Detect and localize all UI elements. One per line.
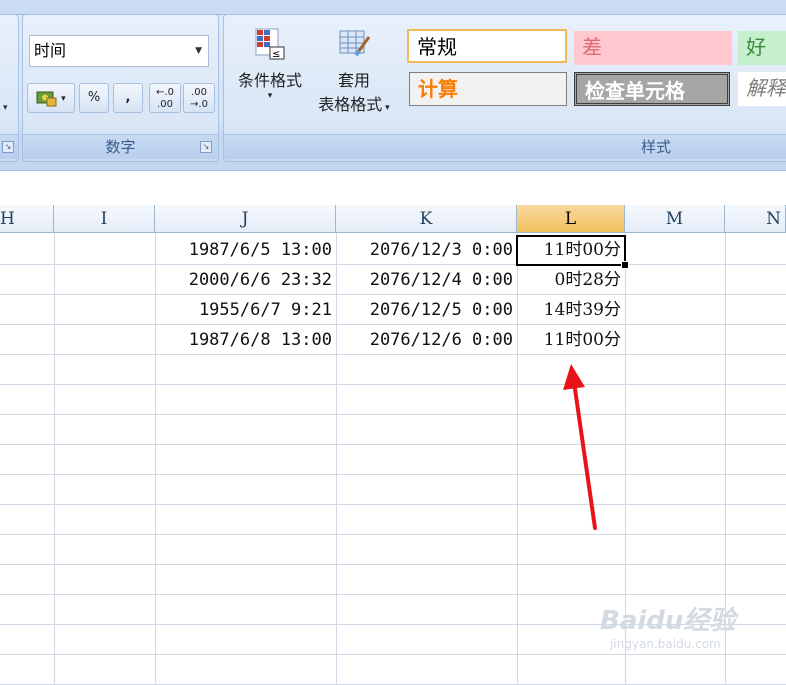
dialog-launcher-icon[interactable]: ↘ (200, 141, 212, 153)
column-header-n[interactable]: N (725, 205, 786, 233)
style-check-cell[interactable]: 检查单元格 (574, 72, 730, 106)
grid-row-line (0, 384, 786, 385)
cell-k1[interactable]: 2076/12/3 0:00 (336, 235, 517, 264)
conditional-formatting-label: 条件格式 (237, 71, 302, 90)
grid-row-line (0, 444, 786, 445)
cell-k4[interactable]: 2076/12/6 0:00 (336, 325, 517, 354)
grid-row-line (0, 594, 786, 595)
style-good[interactable]: 好 (738, 31, 786, 65)
formula-bar-area (0, 170, 786, 206)
style-bad[interactable]: 差 (574, 31, 732, 65)
group-label-styles: 样式 (224, 134, 786, 159)
decrease-decimal-icon: .00 →.0 (190, 87, 208, 110)
column-header-j[interactable]: J (155, 205, 336, 233)
cell-l3[interactable]: 14时39分 (517, 295, 625, 324)
column-header-l[interactable]: L (517, 205, 625, 233)
cell-l4[interactable]: 11时00分 (517, 325, 625, 354)
red-arrow-annotation (563, 364, 597, 530)
column-header-h[interactable]: H (0, 205, 54, 233)
ribbon-tab-strip (0, 0, 786, 15)
style-normal[interactable]: 常规 (407, 29, 567, 63)
svg-text:≤: ≤ (272, 49, 280, 60)
style-explanatory[interactable]: 解释 (738, 72, 786, 106)
conditional-format-icon: ≤ (255, 28, 285, 60)
cell-j3[interactable]: 1955/6/7 9:21 (155, 295, 336, 324)
grid-row-line (0, 354, 786, 355)
cell-k2[interactable]: 2076/12/4 0:00 (336, 265, 517, 294)
column-header-k[interactable]: K (336, 205, 517, 233)
dialog-launcher-icon[interactable]: ↘ (2, 141, 14, 153)
grid-line (54, 233, 55, 684)
ribbon-group-alignment-partial: ▾ ↘ (0, 14, 19, 162)
chevron-down-icon: ▾ (267, 91, 273, 101)
grid-row-line (0, 534, 786, 535)
format-as-table-button[interactable]: 套用 表格格式 ▾ (308, 27, 400, 115)
number-format-dropdown[interactable]: 时间 ▼ (29, 35, 209, 67)
cell-j1[interactable]: 1987/6/5 13:00 (155, 235, 336, 264)
ribbon: ▾ ↘ 时间 ▼ ▾ % , ←.0.00 .00 →.0 数字 ↘ ≤ 条件格… (0, 0, 786, 170)
active-cell-border (516, 235, 626, 266)
baidu-watermark: Baidu经验 jingyan.baidu.com (600, 600, 780, 670)
decrease-decimal-button[interactable]: .00 →.0 (183, 83, 215, 113)
style-calculation[interactable]: 计算 (409, 72, 567, 106)
watermark-logo: Baidu经验 (600, 606, 736, 636)
comma-style-button[interactable]: , (113, 83, 143, 113)
increase-decimal-icon: ←.0.00 (156, 87, 174, 110)
ribbon-group-styles: ≤ 条件格式 ▾ 套用 表格格式 ▾ 常规 差 好 计算 检查单元格 解释 样式 (223, 14, 786, 162)
conditional-formatting-button[interactable]: ≤ 条件格式 ▾ (230, 27, 310, 101)
currency-icon (36, 91, 57, 106)
grid-row-line (0, 474, 786, 475)
format-as-table-label-1: 套用 (337, 71, 370, 90)
grid-row-line (0, 504, 786, 505)
cell-j4[interactable]: 1987/6/8 13:00 (155, 325, 336, 354)
cell-l2[interactable]: 0时28分 (517, 265, 625, 294)
grid-row-line (0, 414, 786, 415)
chevron-down-icon[interactable]: ▼ (195, 36, 202, 66)
format-as-table-label-2: 表格格式 ▾ (318, 95, 390, 114)
column-header-i[interactable]: I (54, 205, 155, 233)
cell-k3[interactable]: 2076/12/5 0:00 (336, 295, 517, 324)
ribbon-group-number: 时间 ▼ ▾ % , ←.0.00 .00 →.0 数字 ↘ (22, 14, 219, 162)
fill-handle[interactable] (621, 261, 629, 269)
dropdown-arrow-icon[interactable]: ▾ (3, 103, 8, 113)
group-label-number: 数字 (23, 134, 218, 159)
percent-style-button[interactable]: % (79, 83, 109, 113)
grid-row-line (0, 564, 786, 565)
cell-j2[interactable]: 2000/6/6 23:32 (155, 265, 336, 294)
accounting-format-button[interactable]: ▾ (27, 83, 75, 113)
watermark-url: jingyan.baidu.com (610, 637, 721, 651)
format-as-table-icon (339, 30, 371, 57)
increase-decimal-button[interactable]: ←.0.00 (149, 83, 181, 113)
column-header-m[interactable]: M (625, 205, 725, 233)
number-format-value: 时间 (34, 41, 67, 60)
